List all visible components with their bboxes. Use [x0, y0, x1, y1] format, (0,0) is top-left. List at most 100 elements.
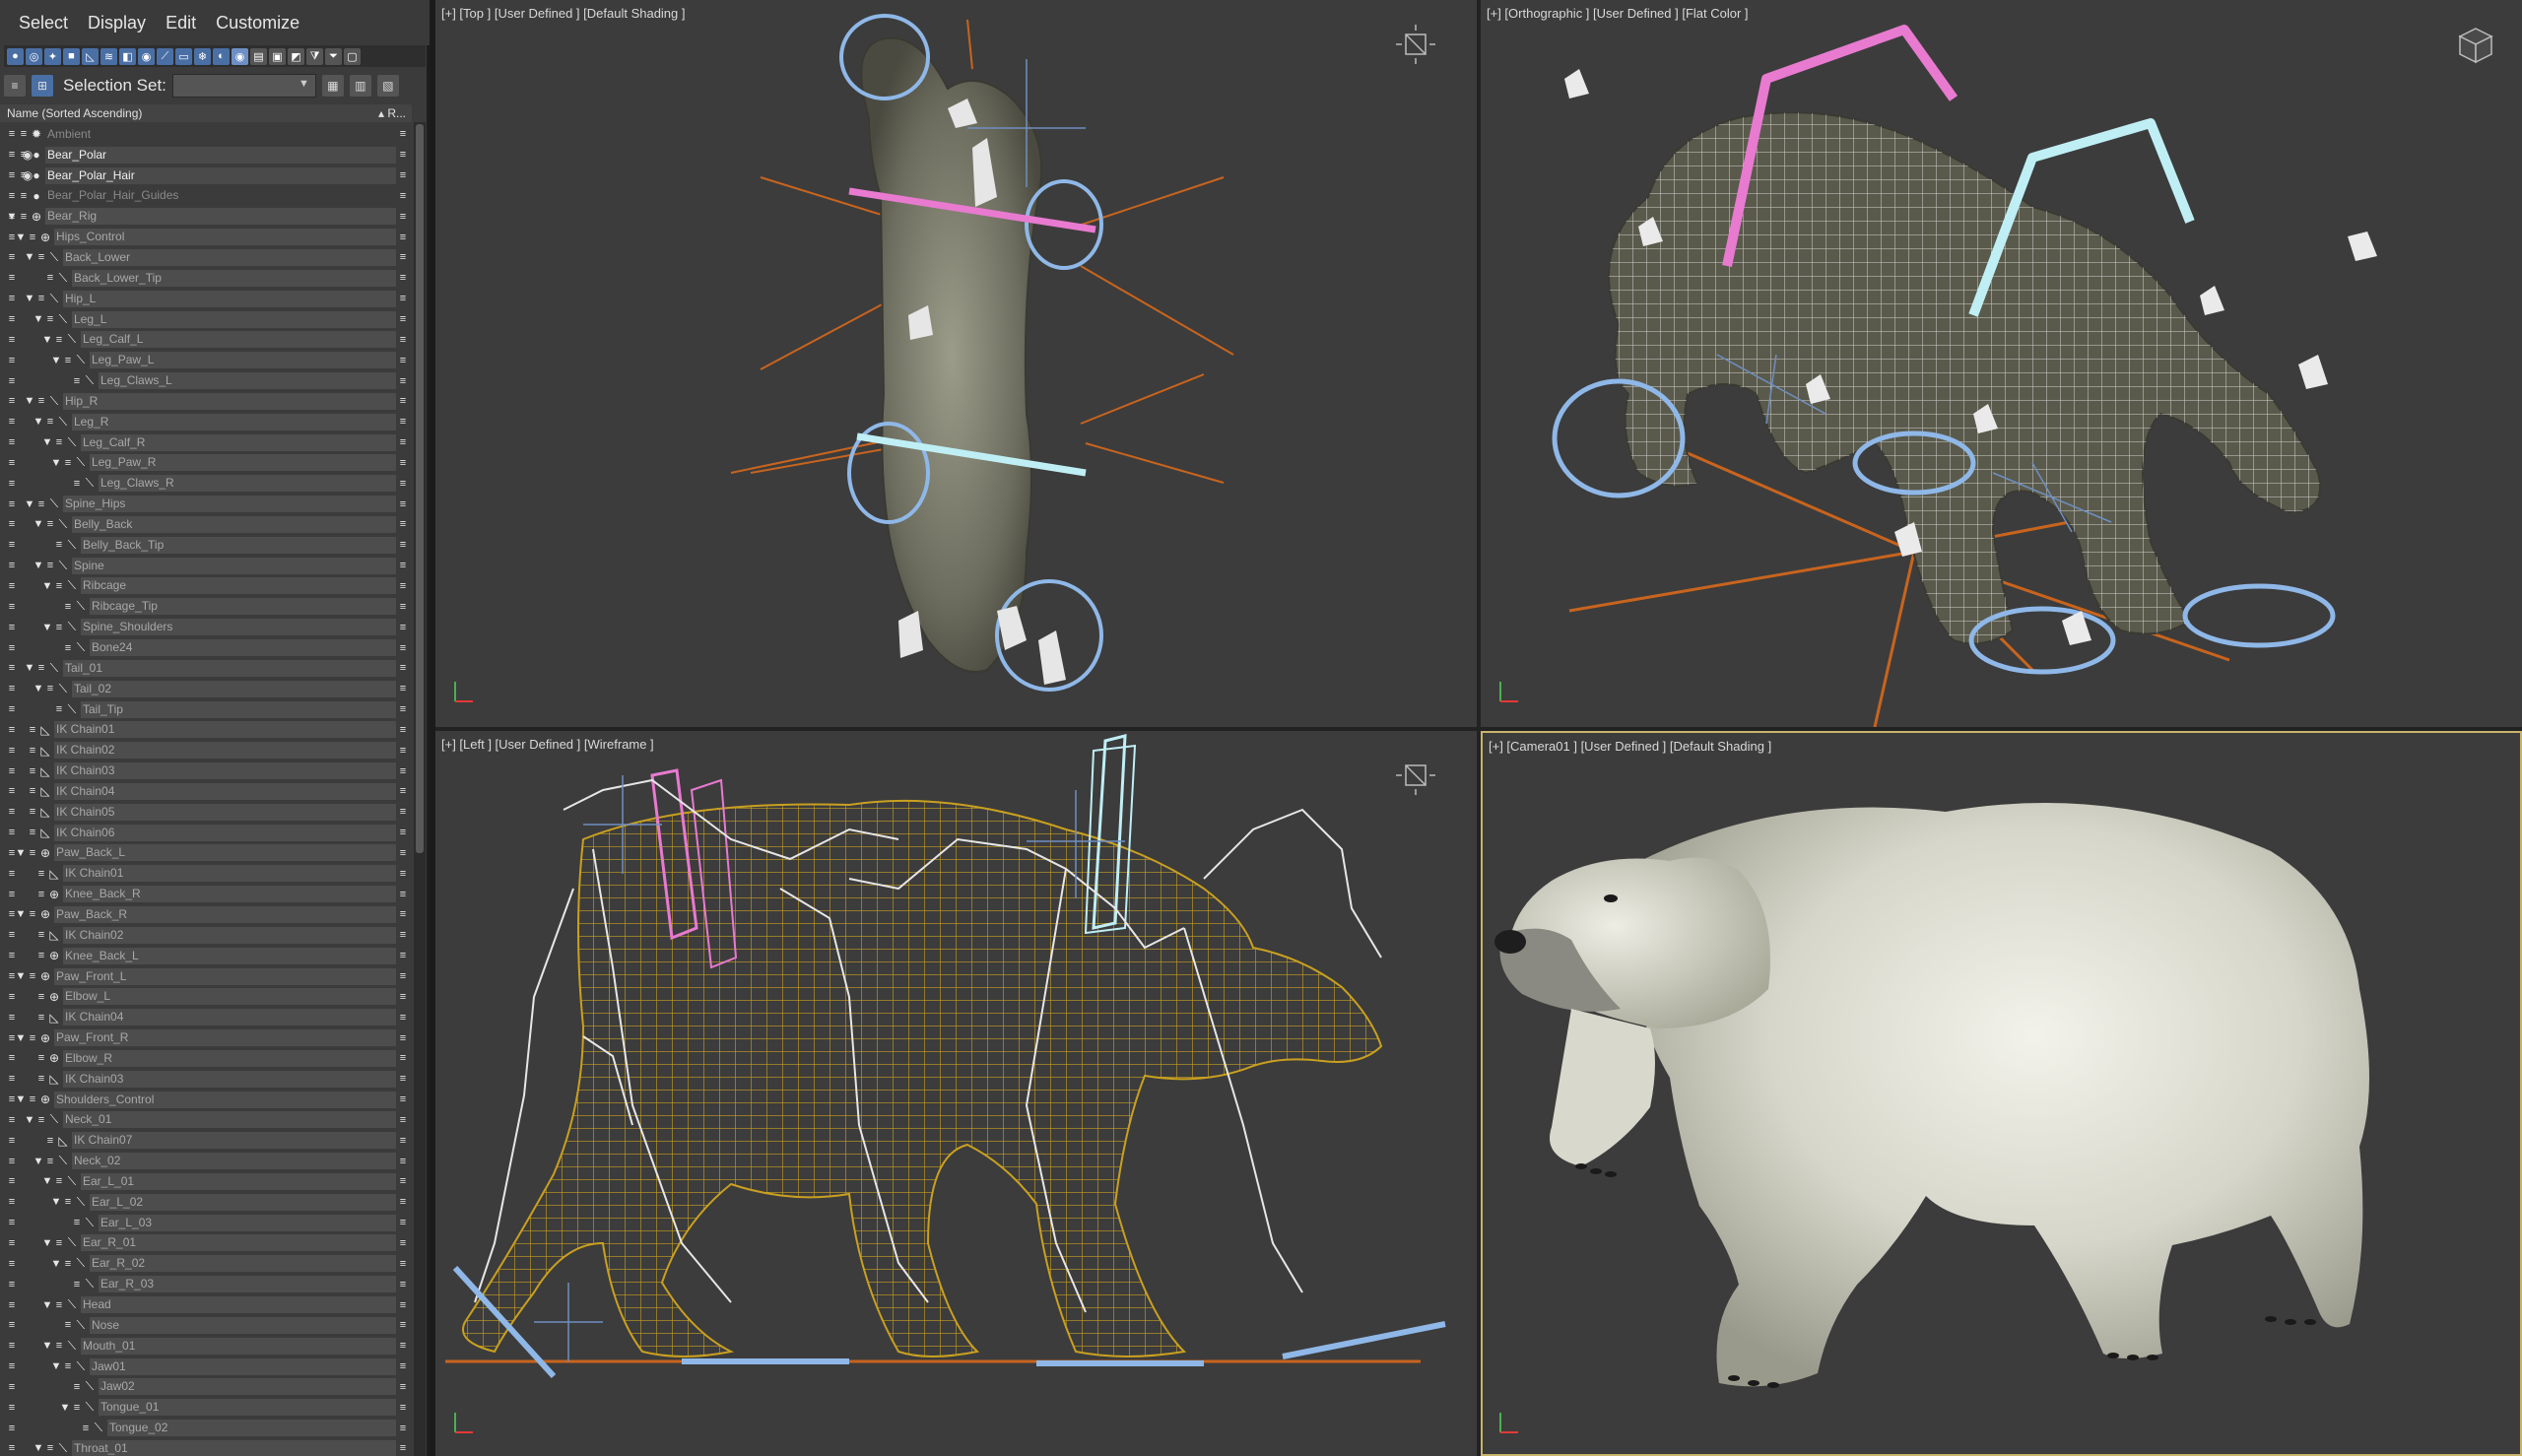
render-layer-icon[interactable]: ≡: [396, 539, 410, 551]
menu-display[interactable]: Display: [79, 7, 155, 39]
render-layer-icon[interactable]: ≡: [396, 991, 410, 1003]
render-layer-icon[interactable]: ≡: [396, 560, 410, 571]
tree-row[interactable]: ≡ ▼ ≡ ⟍ Mouth_01 ≡: [0, 1336, 412, 1357]
render-layer-icon[interactable]: ≡: [396, 334, 410, 346]
filter-visible-icon[interactable]: ◉: [232, 47, 248, 65]
tree-row[interactable]: ≡ ▼ ≡ ⊕ Paw_Back_R ≡: [0, 904, 412, 925]
column-name-header[interactable]: Name (Sorted Ascending): [7, 106, 142, 120]
layer-icon[interactable]: ≡: [6, 1114, 18, 1126]
render-layer-icon[interactable]: ≡: [396, 745, 410, 757]
expand-arrow-icon[interactable]: ▼: [50, 1196, 62, 1208]
expand-arrow-icon[interactable]: ▼: [41, 580, 53, 592]
expand-arrow-icon[interactable]: ▼: [15, 232, 27, 243]
tree-row[interactable]: ≡ ▼ ≡ ⟍ Belly_Back ≡: [0, 514, 412, 535]
viewport-left[interactable]: [+] [Left ] [User Defined ] [Wireframe ]: [435, 731, 1477, 1456]
filter-lights-icon[interactable]: ✦: [44, 47, 61, 65]
render-layer-icon[interactable]: ≡: [396, 211, 410, 223]
layer-icon[interactable]: ≡: [6, 518, 18, 530]
render-layer-icon[interactable]: ≡: [396, 313, 410, 325]
render-layer-icon[interactable]: ≡: [396, 642, 410, 654]
layer-icon[interactable]: ≡: [6, 1442, 18, 1454]
expand-arrow-icon[interactable]: ▼: [15, 970, 27, 982]
tree-row[interactable]: ≡ ≡ ◺ IK Chain04 ≡: [0, 781, 412, 802]
tree-row[interactable]: ≡ ▼ ≡ ⟍ Head ≡: [0, 1294, 412, 1315]
viewport-ortho-label[interactable]: [+] [Orthographic ] [User Defined ] [Fla…: [1487, 6, 1749, 21]
layer-icon[interactable]: ≡: [6, 498, 18, 510]
render-layer-icon[interactable]: ≡: [396, 950, 410, 961]
tree-row[interactable]: ≡ ▼ ≡ ⟍ Spine_Hips ≡: [0, 494, 412, 514]
render-layer-icon[interactable]: ≡: [396, 355, 410, 366]
tree-row[interactable]: ≡ ▼ ≡ ⟍ Tail_02 ≡: [0, 679, 412, 699]
layers-icon[interactable]: ≡: [4, 75, 26, 97]
expand-arrow-icon[interactable]: ▼: [59, 1402, 71, 1414]
tree-row[interactable]: ≡ ▼ ≡ ⊕ Bear_Rig ≡: [0, 206, 412, 227]
display-none-icon[interactable]: ▣: [269, 47, 286, 65]
explorer-scrollbar[interactable]: [414, 122, 426, 1456]
render-layer-icon[interactable]: ≡: [396, 724, 410, 736]
render-layer-icon[interactable]: ≡: [396, 128, 410, 140]
tree-row[interactable]: ≡ ▼ ≡ ⟍ Neck_01 ≡: [0, 1110, 412, 1131]
tree-row[interactable]: ≡ ≡ ◺ IK Chain04 ≡: [0, 1007, 412, 1027]
layer-icon[interactable]: ≡: [6, 1381, 18, 1393]
layer-icon[interactable]: ≡: [6, 868, 18, 880]
tree-row[interactable]: ≡ ≡ ◺ IK Chain06 ≡: [0, 823, 412, 843]
render-layer-icon[interactable]: ≡: [396, 1196, 410, 1208]
tree-row[interactable]: ≡ ≡ ◺ IK Chain02 ≡: [0, 740, 412, 761]
tree-row[interactable]: ≡ ≡ ⊕ Elbow_L ≡: [0, 986, 412, 1007]
expand-arrow-icon[interactable]: ▼: [41, 1175, 53, 1187]
filter-shapes-icon[interactable]: ◎: [26, 47, 42, 65]
layer-icon[interactable]: ≡: [6, 889, 18, 900]
tree-row[interactable]: ≡ ▼ ≡ ⟍ Leg_Calf_R ≡: [0, 432, 412, 453]
tree-row[interactable]: ≡ ▼ ≡ ⊕ Shoulders_Control ≡: [0, 1090, 412, 1110]
render-layer-icon[interactable]: ≡: [396, 251, 410, 263]
tree-row[interactable]: ≡ ◉ ≡ ● Bear_Polar_Hair ≡: [0, 165, 412, 186]
render-layer-icon[interactable]: ≡: [396, 1114, 410, 1126]
tree-row[interactable]: ≡ ▼ ≡ ⟍ Ear_R_01 ≡: [0, 1233, 412, 1254]
filter-groups-icon[interactable]: ◧: [119, 47, 136, 65]
tree-row[interactable]: ≡ ▼ ≡ ⟍ Ear_L_02 ≡: [0, 1192, 412, 1213]
tree-row[interactable]: ≡ ≡ ⟍ Back_Lower_Tip ≡: [0, 268, 412, 289]
render-layer-icon[interactable]: ≡: [396, 190, 410, 202]
viewport-top[interactable]: [+] [Top ] [User Defined ] [Default Shad…: [435, 0, 1477, 727]
expand-arrow-icon[interactable]: ▼: [50, 355, 62, 366]
tree-row[interactable]: ≡ ▼ ≡ ⟍ Throat_01 ≡: [0, 1438, 412, 1456]
render-layer-icon[interactable]: ≡: [396, 703, 410, 715]
render-layer-icon[interactable]: ≡: [396, 232, 410, 243]
render-layer-icon[interactable]: ≡: [396, 1299, 410, 1311]
filter-geometry-icon[interactable]: ●: [7, 47, 24, 65]
tree-row[interactable]: ≡ ▼ ≡ ⟍ Leg_R ≡: [0, 412, 412, 432]
render-layer-icon[interactable]: ≡: [396, 1237, 410, 1249]
edit-selection-set-icon[interactable]: ▧: [376, 75, 399, 97]
layer-icon[interactable]: ≡: [6, 436, 18, 448]
tree-row[interactable]: ≡ ≡ ⟍ Tongue_02 ≡: [0, 1418, 412, 1438]
render-layer-icon[interactable]: ≡: [396, 580, 410, 592]
render-layer-icon[interactable]: ≡: [396, 1175, 410, 1187]
tree-row[interactable]: ≡ ▼ ≡ ⟍ Ear_R_02 ≡: [0, 1253, 412, 1274]
layer-icon[interactable]: ≡: [6, 1279, 18, 1291]
expand-arrow-icon[interactable]: ▼: [6, 211, 18, 223]
layer-icon[interactable]: ≡: [6, 560, 18, 571]
expand-arrow-icon[interactable]: ▼: [24, 395, 35, 407]
filter-xrefs-icon[interactable]: ◉: [138, 47, 155, 65]
tree-row[interactable]: ≡ ▼ ≡ ⊕ Paw_Back_L ≡: [0, 843, 412, 864]
layer-icon[interactable]: ≡: [6, 765, 18, 777]
layer-icon[interactable]: ≡: [6, 1175, 18, 1187]
layer-icon[interactable]: ≡: [6, 272, 18, 284]
tree-row[interactable]: ≡ ≡ ⟍ Belly_Back_Tip ≡: [0, 535, 412, 556]
render-layer-icon[interactable]: ≡: [396, 1360, 410, 1372]
filter-cameras-icon[interactable]: ■: [63, 47, 80, 65]
render-layer-icon[interactable]: ≡: [396, 1012, 410, 1024]
tree-row[interactable]: ≡ ≡ ⟍ Nose ≡: [0, 1315, 412, 1336]
expand-arrow-icon[interactable]: ▼: [33, 560, 44, 571]
layer-icon[interactable]: ≡: [6, 1012, 18, 1024]
layer-icon[interactable]: ≡: [6, 1299, 18, 1311]
render-layer-icon[interactable]: ≡: [396, 806, 410, 818]
layer-icon[interactable]: ≡: [6, 929, 18, 941]
tree-row[interactable]: ≡ ▼ ≡ ⟍ Leg_Paw_L ≡: [0, 350, 412, 370]
tree-row[interactable]: ≡ ≡ ◺ IK Chain07 ≡: [0, 1130, 412, 1151]
viewport-top-label[interactable]: [+] [Top ] [User Defined ] [Default Shad…: [441, 6, 686, 21]
expand-arrow-icon[interactable]: ▼: [24, 293, 35, 304]
filter-frozen-icon[interactable]: ❄: [194, 47, 211, 65]
expand-arrow-icon[interactable]: ▼: [24, 1114, 35, 1126]
layer-icon[interactable]: ≡: [6, 580, 18, 592]
